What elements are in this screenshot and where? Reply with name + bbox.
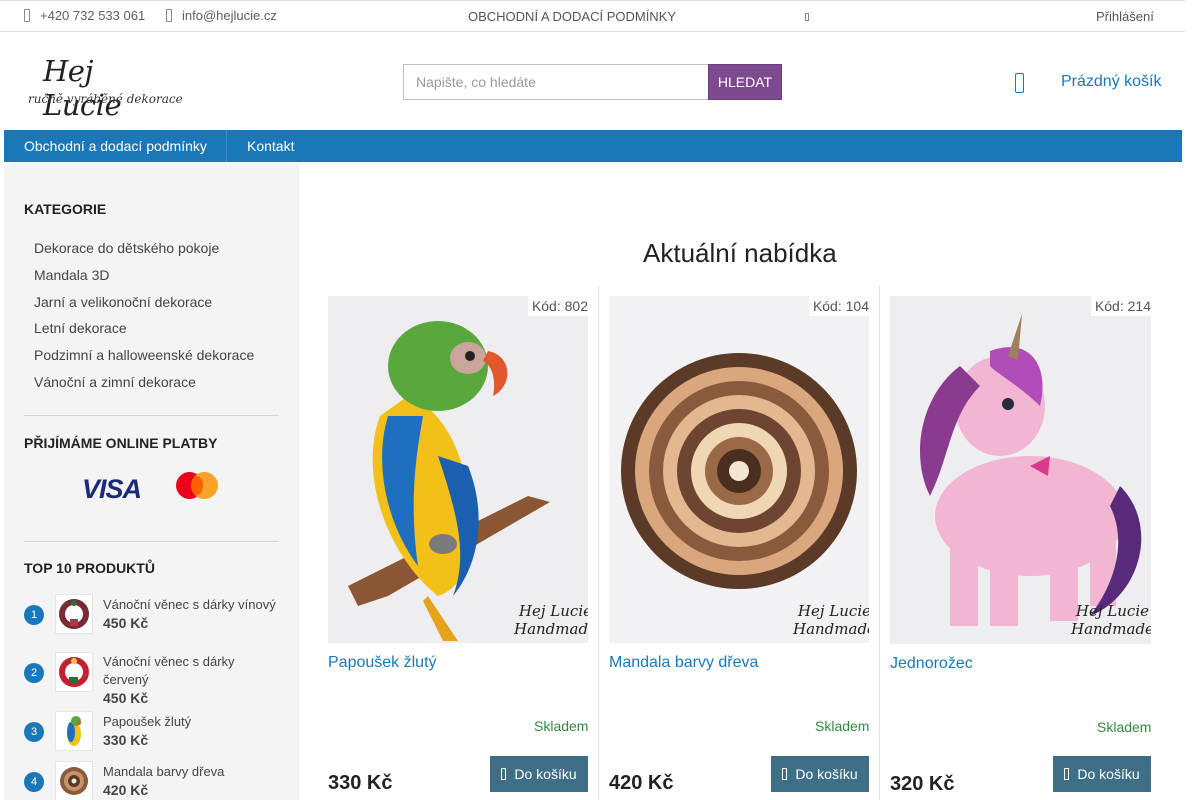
nav-item-terms[interactable]: Obchodní a dodací podmínky bbox=[24, 138, 207, 154]
stock-status: Skladem bbox=[534, 718, 589, 734]
top-bar: +420 732 533 061 info@hejlucie.cz OBCHOD… bbox=[0, 0, 1185, 32]
phone-contact[interactable]: +420 732 533 061 bbox=[24, 8, 145, 23]
unicorn-illustration bbox=[890, 296, 1151, 644]
top-product-price: 450 Kč bbox=[103, 690, 149, 706]
cart-icon bbox=[1064, 768, 1070, 780]
top-product-item[interactable]: 3 Papoušek žlutý 330 Kč bbox=[24, 711, 284, 757]
watermark-line: Handmade bbox=[1071, 620, 1151, 638]
column-divider bbox=[598, 286, 599, 800]
search-button[interactable]: HLEDAT bbox=[708, 64, 782, 100]
top-product-name: Vánoční věnec s dárky vínový bbox=[103, 597, 276, 612]
rank-badge: 3 bbox=[24, 722, 44, 742]
nav-item-contact[interactable]: Kontakt bbox=[247, 138, 294, 154]
terms-link[interactable]: OBCHODNÍ A DODACÍ PODMÍNKY bbox=[468, 9, 676, 24]
stock-status: Skladem bbox=[1097, 719, 1152, 735]
cart-icon[interactable] bbox=[1015, 73, 1024, 93]
nav-divider bbox=[226, 130, 227, 162]
rank-badge: 4 bbox=[24, 772, 44, 792]
payments-title: PŘIJÍMÁME ONLINE PLATBY bbox=[24, 435, 218, 451]
stock-status: Skladem bbox=[815, 718, 870, 734]
login-link[interactable]: Přihlášení bbox=[1096, 9, 1154, 24]
product-price: 320 Kč bbox=[890, 773, 955, 795]
watermark-line: Handmade bbox=[514, 620, 588, 638]
parrot-illustration bbox=[328, 296, 588, 643]
category-item[interactable]: Dekorace do dětského pokoje bbox=[34, 240, 254, 267]
top-product-item[interactable]: 1 Vánoční věnec s dárky vínový 450 Kč bbox=[24, 594, 284, 640]
add-to-cart-button[interactable]: Do košíku bbox=[771, 756, 869, 792]
page-title: Aktuální nabídka bbox=[643, 238, 837, 268]
add-to-cart-label: Do košíku bbox=[1077, 766, 1140, 782]
product-thumbnail bbox=[55, 652, 93, 692]
logo-title: Hej Lucie bbox=[43, 54, 122, 122]
product-thumbnail bbox=[55, 711, 93, 751]
rank-badge: 2 bbox=[24, 663, 44, 683]
top-product-name: Mandala barvy dřeva bbox=[103, 764, 225, 779]
top-product-item[interactable]: 2 Vánoční věnec s dárky červený 450 Kč bbox=[24, 645, 284, 706]
mandala-illustration bbox=[609, 296, 869, 643]
sidebar: KATEGORIE Dekorace do dětského pokoje Ma… bbox=[4, 164, 299, 800]
product-image[interactable]: Kód: 214 Hej Lucie Handmade bbox=[890, 296, 1151, 644]
watermark-line: Hej Lucie bbox=[1075, 602, 1149, 620]
mastercard-logo bbox=[176, 472, 220, 500]
product-code: Kód: 104 bbox=[808, 296, 869, 316]
sidebar-divider bbox=[24, 415, 279, 416]
category-item[interactable]: Vánoční a zimní dekorace bbox=[34, 374, 254, 401]
sidebar-divider bbox=[24, 541, 279, 542]
watermark-line: Handmade bbox=[793, 620, 869, 638]
email-contact[interactable]: info@hejlucie.cz bbox=[166, 8, 277, 23]
search-form: HLEDAT bbox=[403, 64, 782, 100]
product-code: Kód: 802 bbox=[527, 296, 588, 316]
top-product-name: Papoušek žlutý bbox=[103, 714, 192, 729]
add-to-cart-button[interactable]: Do košíku bbox=[490, 756, 588, 792]
product-thumbnail bbox=[55, 594, 93, 634]
column-divider bbox=[879, 286, 880, 800]
category-item[interactable]: Podzimní a halloweenské dekorace bbox=[34, 347, 254, 374]
watermark-line: Hej Lucie bbox=[797, 602, 869, 620]
product-price: 330 Kč bbox=[328, 772, 393, 794]
add-to-cart-button[interactable]: Do košíku bbox=[1053, 756, 1151, 792]
watermark: Hej LucieHandmade bbox=[1071, 602, 1151, 638]
more-icon[interactable] bbox=[805, 13, 809, 21]
product-image[interactable]: Kód: 802 Hej LucieHandmade bbox=[328, 296, 588, 643]
top-product-item[interactable]: 4 Mandala barvy dřeva 420 Kč bbox=[24, 761, 284, 800]
product-name-link[interactable]: Papoušek žlutý bbox=[328, 654, 437, 672]
cart-icon bbox=[782, 768, 788, 780]
main-nav: Obchodní a dodací podmínky Kontakt bbox=[4, 130, 1182, 162]
top-product-price: 420 Kč bbox=[103, 782, 149, 798]
watermark-line: Hej Lucie bbox=[518, 602, 588, 620]
top-products-title: TOP 10 PRODUKTŮ bbox=[24, 560, 155, 576]
product-code: Kód: 214 bbox=[1090, 296, 1151, 316]
category-list: Dekorace do dětského pokoje Mandala 3D J… bbox=[34, 240, 254, 401]
cart-label[interactable]: Prázdný košík bbox=[1061, 73, 1161, 91]
product-name-link[interactable]: Jednorožec bbox=[890, 655, 973, 673]
category-item[interactable]: Mandala 3D bbox=[34, 267, 254, 294]
product-price: 420 Kč bbox=[609, 772, 674, 794]
phone-text: +420 732 533 061 bbox=[40, 8, 146, 23]
categories-title: KATEGORIE bbox=[24, 201, 107, 217]
phone-icon bbox=[24, 9, 30, 22]
mail-icon bbox=[166, 9, 172, 22]
logo-tagline: ručně vyráběné dekorace bbox=[28, 92, 183, 106]
search-input[interactable] bbox=[403, 64, 709, 100]
watermark: Hej LucieHandmade bbox=[514, 602, 588, 638]
category-item[interactable]: Jarní a velikonoční dekorace bbox=[34, 294, 254, 321]
add-to-cart-label: Do košíku bbox=[514, 766, 577, 782]
top-product-name: Vánoční věnec s dárky červený bbox=[103, 654, 235, 687]
site-logo[interactable]: Hej Lucie ručně vyráběné dekorace bbox=[28, 52, 183, 122]
cart-icon bbox=[501, 768, 507, 780]
category-item[interactable]: Letní dekorace bbox=[34, 320, 254, 347]
watermark: Hej LucieHandmade bbox=[793, 602, 869, 638]
top-product-price: 330 Kč bbox=[103, 732, 149, 748]
email-text: info@hejlucie.cz bbox=[182, 8, 277, 23]
top-product-price: 450 Kč bbox=[103, 615, 149, 631]
add-to-cart-label: Do košíku bbox=[795, 766, 858, 782]
product-thumbnail bbox=[55, 761, 93, 800]
visa-logo: VISA bbox=[82, 474, 142, 504]
rank-badge: 1 bbox=[24, 605, 44, 625]
product-name-link[interactable]: Mandala barvy dřeva bbox=[609, 654, 758, 672]
product-image[interactable]: Kód: 104 Hej Lucie Handmade bbox=[609, 296, 869, 643]
